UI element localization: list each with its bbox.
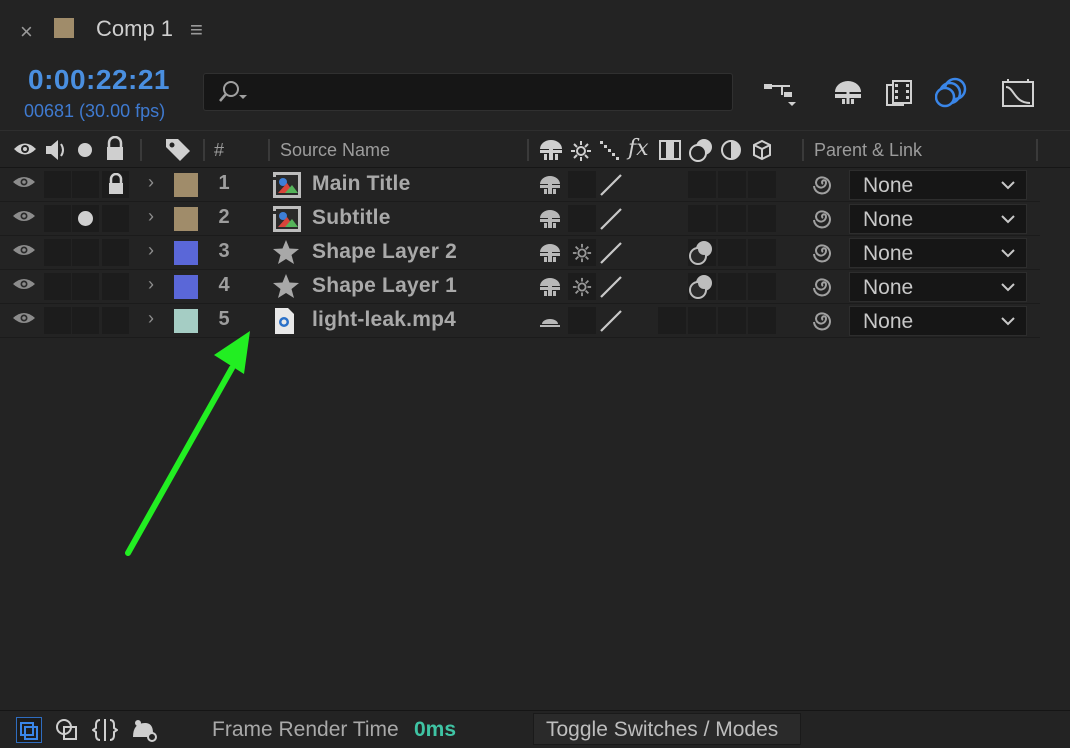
toggle-switches-modes-button[interactable]: Toggle Switches / Modes	[533, 713, 801, 745]
layer-switches-pane-icon[interactable]	[16, 717, 42, 743]
transfer-controls-pane-icon[interactable]	[54, 717, 80, 743]
render-time-pane-icon[interactable]	[130, 717, 157, 743]
annotation-arrow	[125, 331, 250, 556]
in-out-duration-pane-icon[interactable]	[91, 717, 119, 743]
frame-render-time-value: 0ms	[414, 718, 457, 741]
panel-footer: Frame Render Time 0ms Toggle Switches / …	[0, 710, 1070, 748]
toggle-switches-modes-label: Toggle Switches / Modes	[546, 718, 779, 741]
frame-render-time-label: Frame Render Time	[212, 718, 399, 741]
